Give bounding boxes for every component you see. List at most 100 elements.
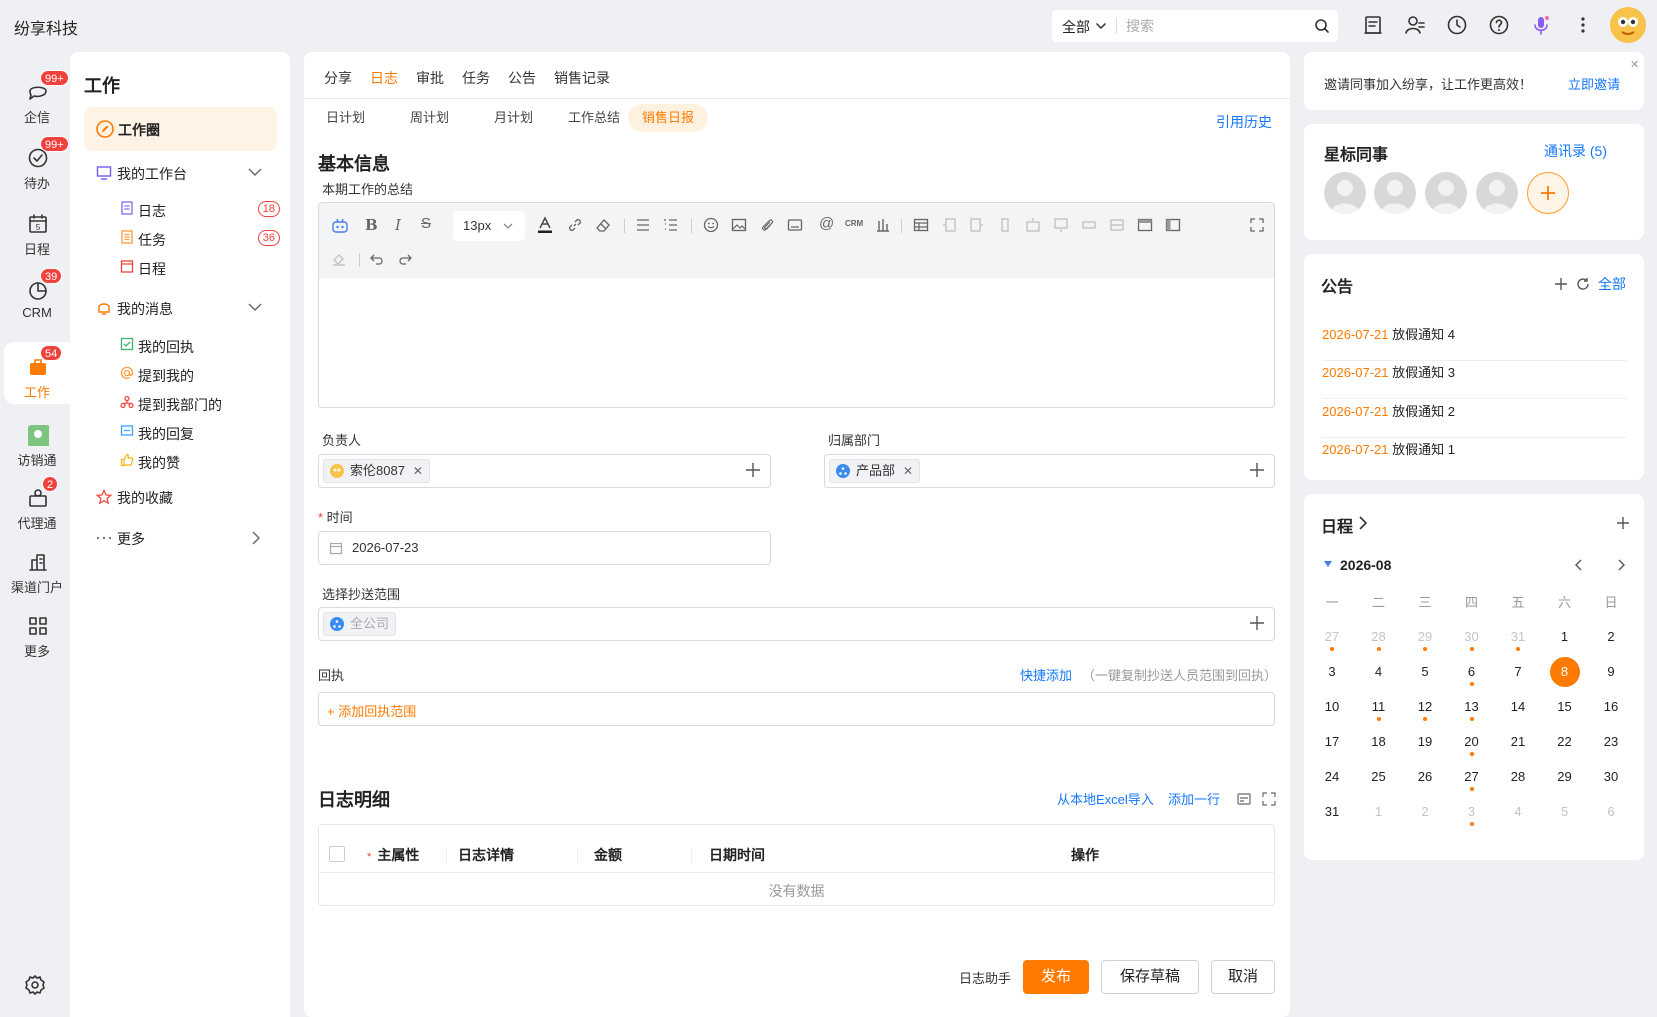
subtab-monthly-plan[interactable]: 月计划 (480, 104, 547, 132)
colleague-avatar[interactable] (1324, 172, 1366, 214)
voice-assistant-icon[interactable] (1530, 14, 1552, 36)
settings-icon[interactable] (24, 974, 46, 996)
font-color-icon[interactable] (537, 216, 553, 234)
calendar-day[interactable]: 18 (1364, 727, 1394, 757)
cancel-button[interactable]: 取消 (1211, 960, 1275, 994)
announcement-item[interactable]: 2026-07-21 放假通知 2 (1322, 401, 1627, 438)
ai-robot-icon[interactable] (331, 217, 349, 235)
calendar-day[interactable]: 22 (1550, 727, 1580, 757)
invite-link[interactable]: 立即邀请 (1568, 74, 1620, 93)
calendar-day[interactable]: 23 (1596, 727, 1626, 757)
crm-icon[interactable]: CRM (845, 219, 863, 228)
calendar-day[interactable]: 28 (1364, 622, 1394, 652)
plus-icon[interactable] (1554, 277, 1568, 291)
calendar-day[interactable]: 17 (1317, 727, 1347, 757)
link-icon[interactable] (567, 217, 583, 233)
nav-item-my-receipts[interactable]: 我的回执 (120, 335, 280, 357)
mention-icon[interactable]: @ (819, 215, 834, 232)
department-field[interactable]: 产品部 ✕ (824, 454, 1275, 488)
calendar-day[interactable]: 19 (1410, 727, 1440, 757)
rail-item-calendar[interactable]: 5 日程 (4, 199, 70, 261)
emoji-icon[interactable] (703, 217, 719, 233)
add-owner-icon[interactable] (744, 461, 762, 479)
delete-row-icon[interactable] (1081, 217, 1097, 233)
user-avatar[interactable] (1610, 7, 1646, 43)
next-month-icon[interactable] (1618, 559, 1626, 571)
calendar-day[interactable]: 6 (1596, 797, 1626, 827)
calendar-day[interactable]: 3 (1317, 657, 1347, 687)
search-scope-select[interactable]: 全部 (1062, 17, 1090, 37)
insert-col-left-icon[interactable] (941, 217, 957, 233)
tab-sales-record[interactable]: 销售记录 (554, 68, 610, 88)
calendar-day[interactable]: 27 (1317, 622, 1347, 652)
calendar-day[interactable]: 8 (1549, 657, 1580, 687)
calendar-day[interactable]: 29 (1410, 622, 1440, 652)
announcement-item[interactable]: 2026-07-21 放假通知 4 (1322, 324, 1627, 361)
calendar-month[interactable]: 2026-08 (1340, 557, 1391, 573)
format-painter-icon[interactable] (331, 251, 347, 267)
nav-item-work-circle[interactable]: 工作圈 (84, 107, 277, 151)
calendar-day[interactable]: 2 (1596, 622, 1626, 652)
attachment-icon[interactable] (759, 217, 775, 233)
add-schedule-icon[interactable] (1616, 516, 1630, 530)
ordered-list-icon[interactable] (663, 217, 679, 233)
colleague-avatar[interactable] (1425, 172, 1467, 214)
tab-task[interactable]: 任务 (462, 68, 490, 88)
help-icon[interactable] (1488, 14, 1510, 36)
calendar-day[interactable]: 14 (1503, 692, 1533, 722)
italic-icon[interactable]: I (395, 216, 401, 234)
image-icon[interactable] (731, 217, 747, 233)
eraser-icon[interactable] (595, 217, 611, 233)
calendar-day[interactable]: 2 (1410, 797, 1440, 827)
remove-tag-icon[interactable]: ✕ (903, 460, 913, 482)
announcement-item[interactable]: 2026-07-21 放假通知 1 (1322, 439, 1627, 476)
bar-chart-icon[interactable] (875, 217, 891, 233)
calendar-day[interactable]: 29 (1550, 762, 1580, 792)
add-cc-icon[interactable] (1248, 614, 1266, 632)
subtab-daily-plan[interactable]: 日计划 (312, 104, 379, 132)
calendar-day[interactable]: 31 (1317, 797, 1347, 827)
prev-month-icon[interactable] (1574, 559, 1582, 571)
calendar-day[interactable]: 25 (1364, 762, 1394, 792)
insert-col-right-icon[interactable] (969, 217, 985, 233)
caret-down-icon[interactable] (1324, 561, 1332, 567)
tab-announcement[interactable]: 公告 (508, 68, 536, 88)
chevron-right-icon[interactable] (1359, 516, 1367, 530)
calendar-day[interactable]: 5 (1550, 797, 1580, 827)
rail-item-work[interactable]: 54 工作 (4, 342, 70, 404)
add-starred-colleague-button[interactable] (1527, 172, 1569, 214)
rich-text-editor[interactable]: B I S 13px @ CRM (318, 202, 1275, 408)
calendar-day[interactable]: 11 (1364, 692, 1394, 722)
calendar-day[interactable]: 15 (1550, 692, 1580, 722)
redo-icon[interactable] (397, 251, 413, 267)
calendar-day[interactable]: 30 (1457, 622, 1487, 652)
refresh-icon[interactable] (1576, 277, 1590, 291)
notes-icon[interactable] (1362, 14, 1384, 36)
calendar-day[interactable]: 7 (1503, 657, 1533, 687)
owner-tag[interactable]: 索伦8087 ✕ (323, 459, 430, 483)
undo-icon[interactable] (369, 251, 385, 267)
calendar-day[interactable]: 26 (1410, 762, 1440, 792)
calendar-day[interactable]: 31 (1503, 622, 1533, 652)
cc-field[interactable]: 全公司 (318, 607, 1275, 641)
calendar-day[interactable]: 5 (1410, 657, 1440, 687)
colleague-avatar[interactable] (1476, 172, 1518, 214)
close-icon[interactable]: ✕ (1630, 58, 1639, 71)
table-column-header-icon[interactable] (1165, 217, 1181, 233)
search-icon[interactable] (1314, 18, 1330, 34)
fullscreen-icon[interactable] (1249, 217, 1265, 233)
calendar-day[interactable]: 21 (1503, 727, 1533, 757)
rail-item-channel-portal[interactable]: 渠道门户 (4, 537, 70, 599)
nav-item-my-likes[interactable]: 我的赞 (120, 451, 280, 473)
cc-tag[interactable]: 全公司 (323, 612, 397, 636)
announcements-all-link[interactable]: 全部 (1598, 274, 1626, 294)
import-excel-link[interactable]: 从本地Excel导入 (1057, 789, 1154, 808)
keyboard-icon[interactable] (787, 217, 803, 233)
calendar-day[interactable]: 4 (1503, 797, 1533, 827)
search-bar[interactable]: 全部 (1052, 10, 1338, 42)
colleague-avatar[interactable] (1374, 172, 1416, 214)
calendar-day[interactable]: 6 (1457, 657, 1487, 687)
nav-item-my-replies[interactable]: 我的回复 (120, 422, 280, 444)
calendar-day[interactable]: 12 (1410, 692, 1440, 722)
rail-item-messaging[interactable]: 99+ 企信 (4, 67, 70, 129)
